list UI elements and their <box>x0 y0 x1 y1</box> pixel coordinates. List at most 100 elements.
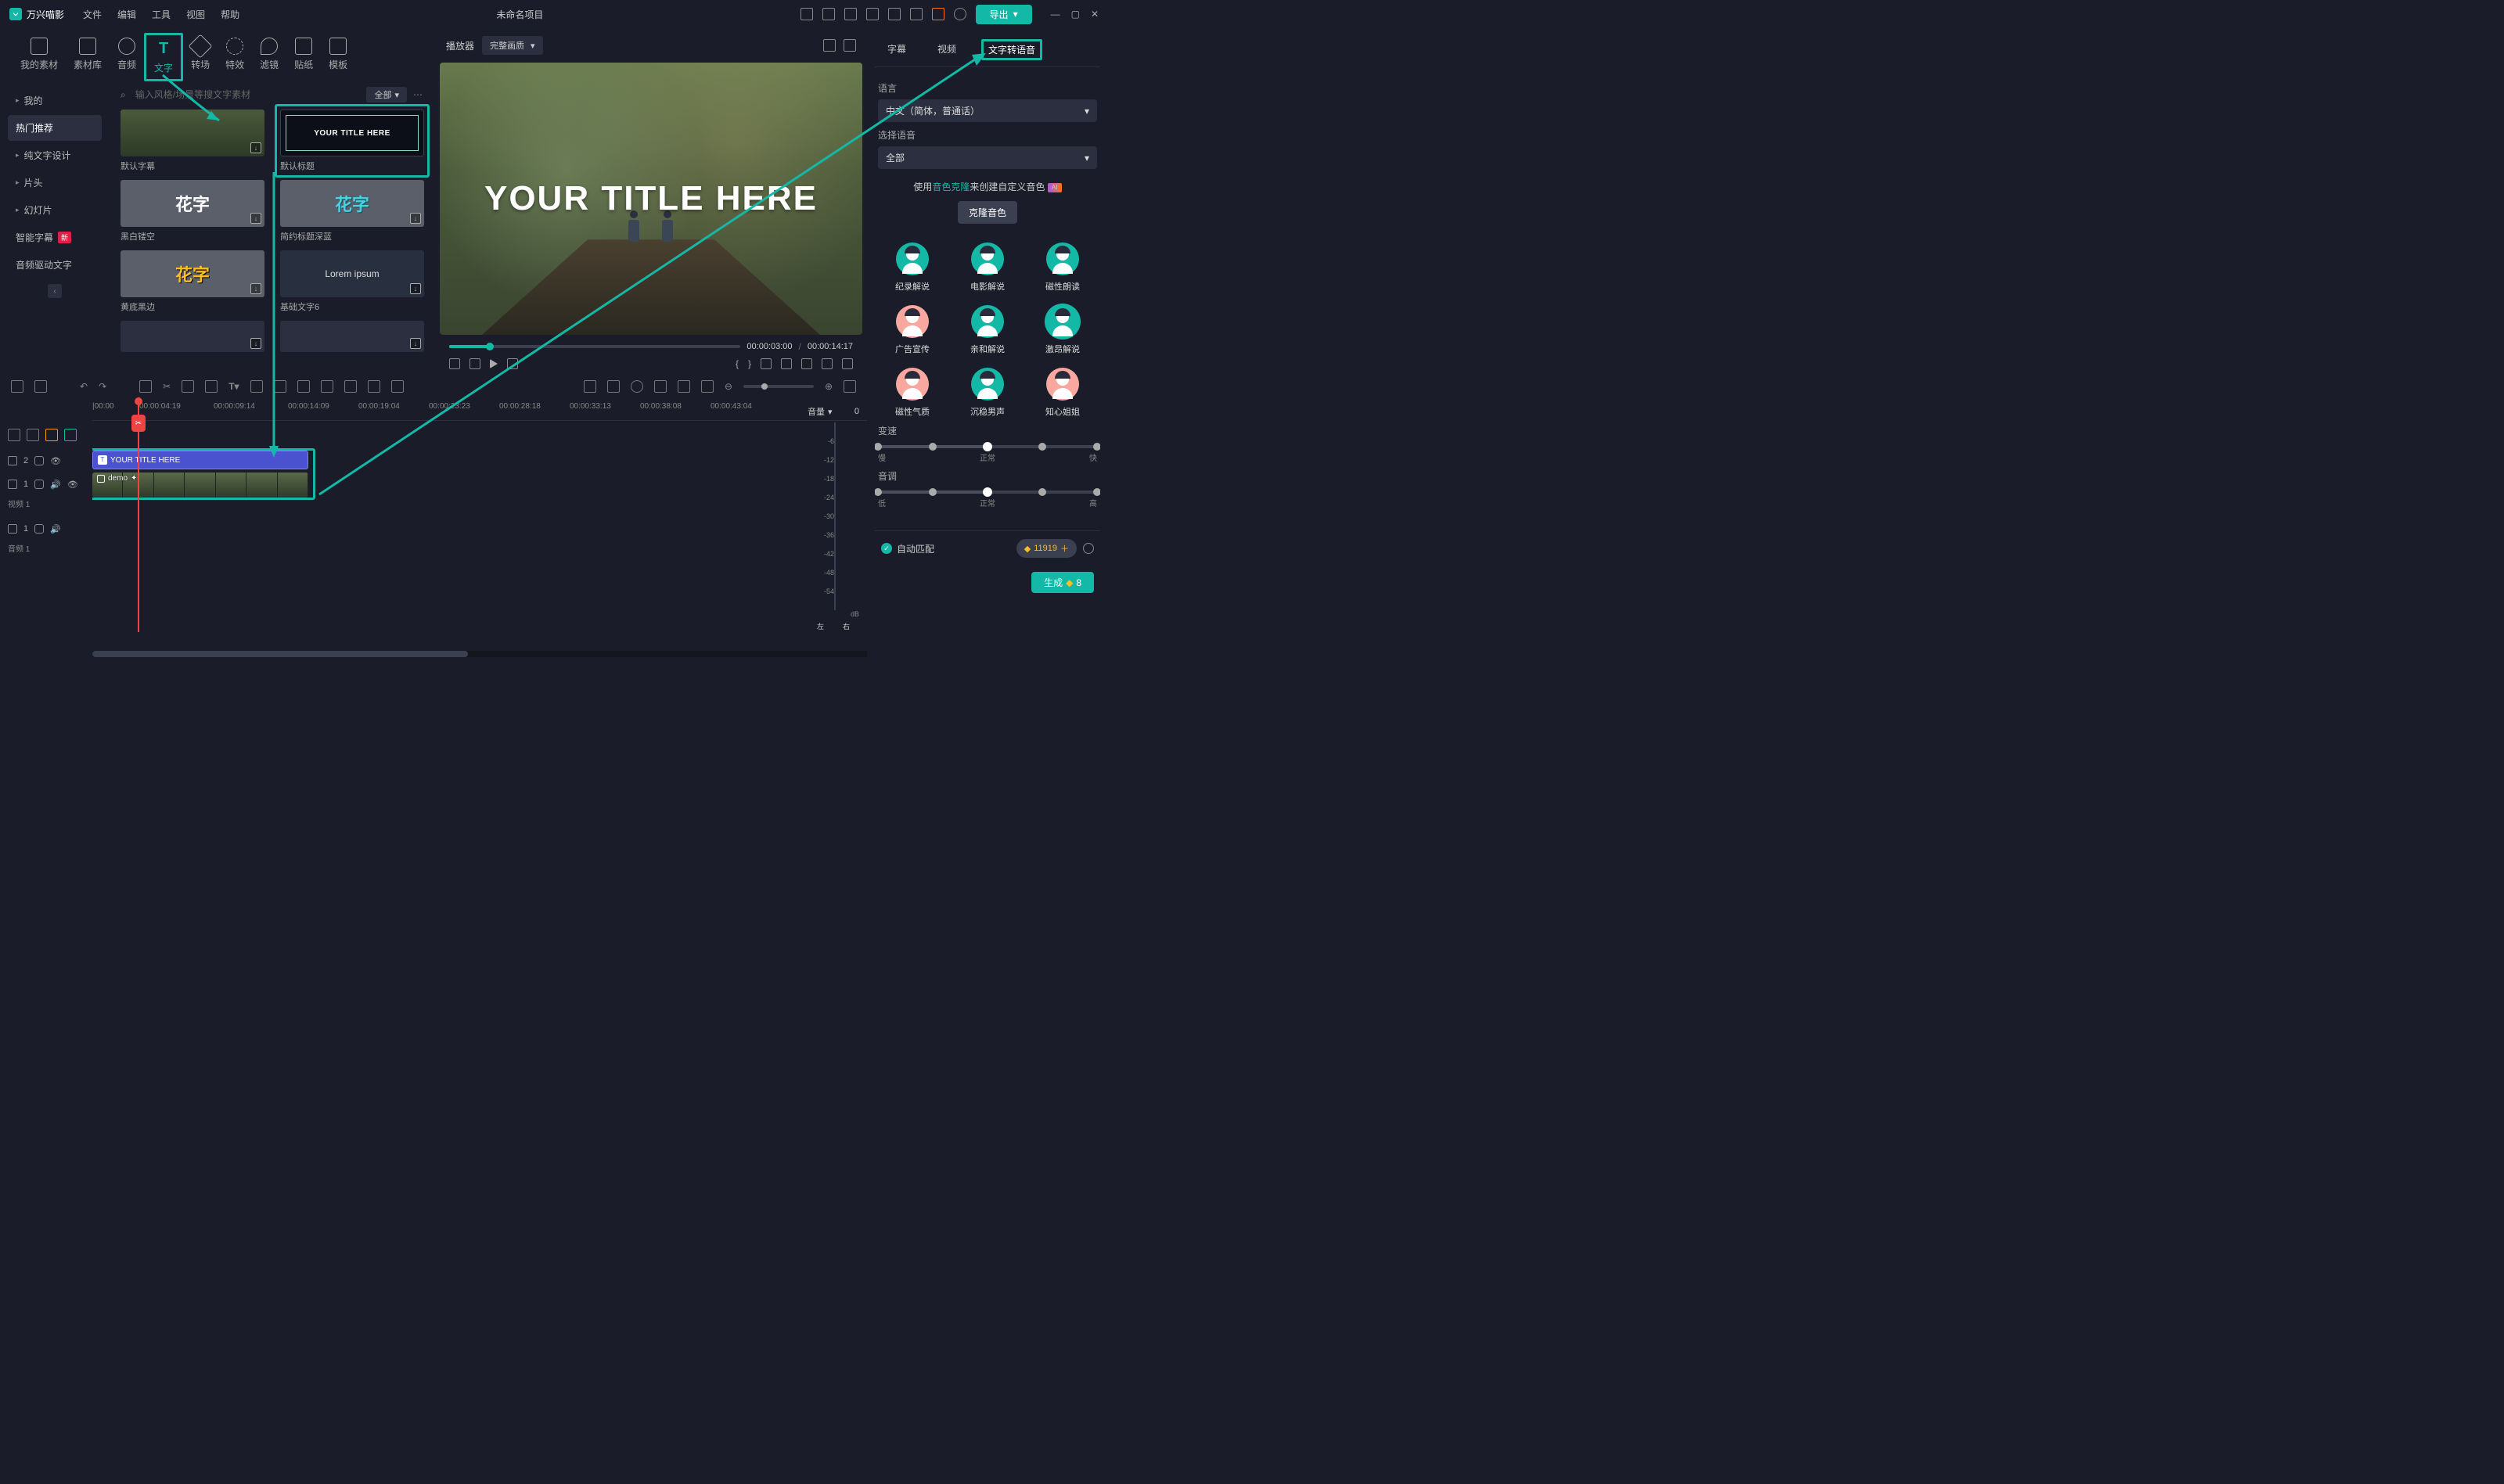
marker-icon[interactable] <box>761 358 772 369</box>
display-icon[interactable] <box>781 358 792 369</box>
text-clip[interactable]: T YOUR TITLE HERE <box>92 451 308 469</box>
sound-icon[interactable]: 🔊 <box>50 524 61 534</box>
redo-icon[interactable]: ↷ <box>99 381 106 392</box>
brace-close-icon[interactable]: } <box>748 358 751 369</box>
fit-icon[interactable] <box>844 380 856 393</box>
group-icon[interactable] <box>250 380 263 393</box>
color-icon[interactable] <box>297 380 310 393</box>
tab-transition[interactable]: 转场 <box>183 33 218 81</box>
voice-magnetic-read[interactable]: 磁性朗读 <box>1028 243 1097 293</box>
mixer-icon[interactable] <box>584 380 596 393</box>
generate-button[interactable]: 生成 ◆ 8 <box>1031 572 1094 593</box>
voice-movie[interactable]: 电影解说 <box>953 243 1022 293</box>
pitch-knob[interactable] <box>983 487 992 497</box>
export-button[interactable]: 导出 ▾ <box>976 5 1032 24</box>
menu-file[interactable]: 文件 <box>83 8 102 21</box>
close-icon[interactable]: ✕ <box>1091 9 1099 20</box>
track-opt3-icon[interactable] <box>64 429 77 441</box>
download-icon[interactable] <box>410 338 421 349</box>
voice-passionate[interactable]: 激昂解说 <box>1028 305 1097 355</box>
scrollbar-thumb[interactable] <box>92 651 468 657</box>
refresh-icon[interactable] <box>1083 543 1094 554</box>
asset-basic-6[interactable]: Lorem ipsum 基础文字6 <box>280 250 424 313</box>
timeline-ruler[interactable]: |00:00 00:00:04:19 00:00:09:14 00:00:14:… <box>92 397 867 421</box>
more-icon[interactable]: ⋯ <box>413 89 424 100</box>
asset-bw-hollow[interactable]: 花字 黑白镂空 <box>121 180 264 243</box>
download-icon[interactable] <box>250 338 261 349</box>
timeline-content[interactable]: |00:00 00:00:04:19 00:00:09:14 00:00:14:… <box>92 397 867 632</box>
tab-library[interactable]: 素材库 <box>66 33 110 81</box>
voice-ad[interactable]: 广告宣传 <box>878 305 947 355</box>
sound-icon[interactable]: 🔊 <box>50 480 61 490</box>
menu-view[interactable]: 视图 <box>186 8 205 21</box>
tab-templates[interactable]: 模板 <box>321 33 355 81</box>
download-icon[interactable] <box>250 213 261 224</box>
compare-icon[interactable] <box>823 39 836 52</box>
asset-blank-1[interactable] <box>121 321 264 352</box>
audio-track-header[interactable]: 1 🔊 <box>8 517 85 541</box>
tab-subtitle[interactable]: 字幕 <box>881 39 912 60</box>
mask-icon[interactable] <box>391 380 404 393</box>
tab-my-assets[interactable]: 我的素材 <box>13 33 66 81</box>
download-icon[interactable] <box>410 213 421 224</box>
auto-match-toggle[interactable]: 自动匹配 <box>881 542 934 555</box>
tab-audio[interactable]: 音频 <box>110 33 144 81</box>
minimize-icon[interactable]: — <box>1051 9 1060 20</box>
save-icon[interactable] <box>844 8 857 20</box>
menu-edit[interactable]: 编辑 <box>117 8 136 21</box>
speed-knob[interactable] <box>929 443 937 451</box>
tab-text[interactable]: T文字 <box>144 33 183 81</box>
lang-select[interactable]: 中文（简体，普通话）▾ <box>878 99 1097 122</box>
menu-tools[interactable]: 工具 <box>152 8 171 21</box>
clone-link[interactable]: 音色克隆 <box>932 181 970 192</box>
text-track-header[interactable]: 2 👁 <box>8 449 85 473</box>
preview-viewport[interactable]: YOUR TITLE HERE <box>440 63 862 335</box>
grid-icon[interactable] <box>910 8 923 20</box>
snapshot-icon[interactable] <box>801 358 812 369</box>
sidebar-item-openers[interactable]: ▸片头 <box>8 170 102 196</box>
lock-icon[interactable] <box>34 480 44 489</box>
sidebar-item-plaintext[interactable]: ▸纯文字设计 <box>8 142 102 168</box>
voice-calm-male[interactable]: 沉稳男声 <box>953 368 1022 418</box>
playhead-cut-handle[interactable] <box>131 415 146 432</box>
menu-help[interactable]: 帮助 <box>221 8 239 21</box>
lock-icon[interactable] <box>34 524 44 534</box>
snap-icon[interactable] <box>678 380 690 393</box>
user-icon[interactable] <box>954 8 966 20</box>
download-icon[interactable] <box>250 142 261 153</box>
sidebar-item-my[interactable]: ▸我的 <box>8 88 102 113</box>
zoom-out-icon[interactable]: ⊖ <box>725 381 732 392</box>
stop-icon[interactable] <box>507 358 518 369</box>
link2-icon[interactable] <box>368 380 380 393</box>
timer-icon[interactable] <box>321 380 333 393</box>
pitch-slider[interactable] <box>878 490 1097 494</box>
speed-slider[interactable] <box>878 445 1097 448</box>
voice-documentary[interactable]: 纪录解说 <box>878 243 947 293</box>
tab-stickers[interactable]: 贴纸 <box>286 33 321 81</box>
playhead[interactable] <box>138 397 139 632</box>
sidebar-item-audio-text[interactable]: 音频驱动文字 <box>8 252 102 278</box>
play-icon[interactable] <box>490 359 498 368</box>
clone-button[interactable]: 克隆音色 <box>958 201 1017 224</box>
progress-track[interactable] <box>449 345 740 348</box>
speaker-icon[interactable] <box>822 358 833 369</box>
progress-knob[interactable] <box>486 343 494 350</box>
tab-video[interactable]: 视频 <box>931 39 962 60</box>
download-icon[interactable] <box>250 283 261 294</box>
download-icon[interactable] <box>410 283 421 294</box>
asset-simple-darkblue[interactable]: 花字 简约标题深蓝 <box>280 180 424 243</box>
brace-open-icon[interactable]: { <box>736 358 739 369</box>
zoom-slider[interactable] <box>743 385 814 388</box>
timeline-scrollbar[interactable] <box>92 651 867 657</box>
sidebar-item-hot[interactable]: 热门推荐 <box>8 115 102 141</box>
tab-filters[interactable]: 滤镜 <box>252 33 286 81</box>
text-tool-icon[interactable]: T▾ <box>228 381 239 392</box>
keyframe-icon[interactable] <box>344 380 357 393</box>
magnet-icon[interactable] <box>701 380 714 393</box>
undo-icon[interactable]: ↶ <box>80 381 88 392</box>
tab-tts[interactable]: 文字转语音 <box>981 39 1042 60</box>
quality-select[interactable]: 完整画质▾ <box>482 36 543 55</box>
asset-search-input[interactable] <box>132 86 361 103</box>
tab-effects[interactable]: 特效 <box>218 33 252 81</box>
step-play-icon[interactable] <box>470 358 480 369</box>
